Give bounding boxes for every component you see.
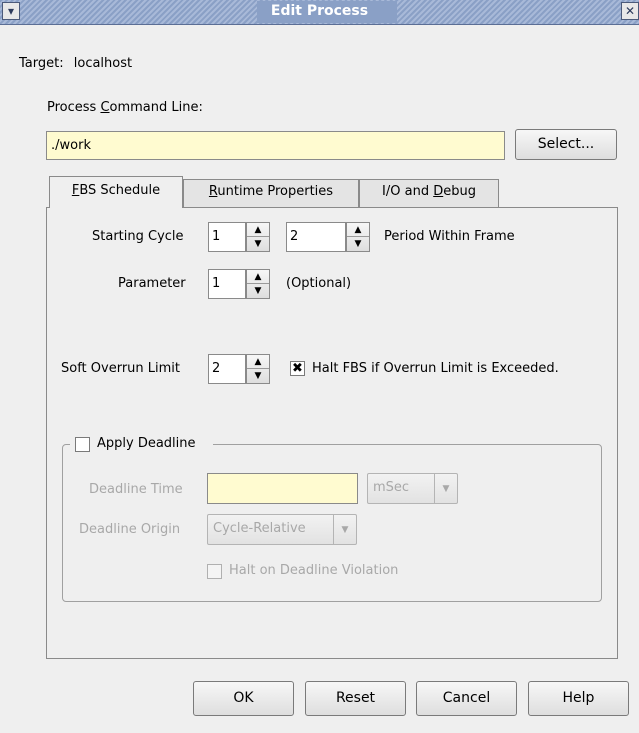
chevron-down-icon: ▼ [333, 515, 356, 544]
halt-deadline-label: Halt on Deadline Violation [229, 563, 399, 578]
target-label: Target: [19, 56, 64, 71]
spin-up-icon[interactable]: ▲ [247, 270, 269, 284]
starting-cycle-label: Starting Cycle [92, 229, 184, 244]
parameter-label: Parameter [118, 276, 186, 291]
spin-down-icon[interactable]: ▼ [347, 237, 369, 251]
starting-cycle-stepper[interactable]: ▲ ▼ [246, 222, 270, 252]
period-stepper[interactable]: ▲ ▼ [346, 222, 370, 252]
close-icon[interactable]: ✕ [621, 2, 639, 20]
period-label: Period Within Frame [384, 229, 515, 244]
select-button[interactable]: Select... [515, 129, 617, 160]
command-line-label: Process Command Line: [47, 100, 203, 115]
tab-io-debug[interactable]: I/O and Debug [359, 179, 499, 207]
tab-fbs-schedule[interactable]: FBS Schedule [49, 176, 183, 208]
ok-button[interactable]: OK [193, 681, 294, 716]
chevron-down-icon: ▼ [434, 474, 457, 503]
title-bar: ▾ Edit Process ✕ [0, 0, 639, 25]
deadline-time-input[interactable] [207, 473, 358, 504]
spin-up-icon[interactable]: ▲ [247, 355, 269, 369]
spin-down-icon[interactable]: ▼ [247, 369, 269, 383]
spin-down-icon[interactable]: ▼ [247, 237, 269, 251]
deadline-origin-label: Deadline Origin [79, 522, 181, 537]
spin-up-icon[interactable]: ▲ [247, 223, 269, 237]
help-button[interactable]: Help [528, 681, 629, 716]
starting-cycle-input[interactable]: 1 [208, 222, 246, 252]
soft-overrun-input[interactable]: 2 [208, 354, 246, 384]
target-row: Target: localhost [19, 56, 132, 71]
period-input[interactable]: 2 [286, 222, 346, 252]
command-line-input[interactable]: ./work [46, 131, 505, 160]
deadline-unit-value: mSec [373, 480, 410, 495]
halt-fbs-checkbox[interactable]: ✖ [290, 361, 305, 376]
spin-up-icon[interactable]: ▲ [347, 223, 369, 237]
deadline-unit-select[interactable]: mSec ▼ [367, 473, 458, 504]
deadline-time-label: Deadline Time [89, 482, 183, 497]
soft-overrun-stepper[interactable]: ▲ ▼ [246, 354, 270, 384]
reset-button[interactable]: Reset [305, 681, 406, 716]
tab-runtime-properties[interactable]: Runtime Properties [183, 179, 359, 207]
parameter-stepper[interactable]: ▲ ▼ [246, 269, 270, 299]
apply-deadline-label: Apply Deadline [97, 436, 196, 451]
parameter-input[interactable]: 1 [208, 269, 246, 299]
spin-down-icon[interactable]: ▼ [247, 284, 269, 298]
apply-deadline-checkbox[interactable] [75, 437, 90, 452]
halt-fbs-label: Halt FBS if Overrun Limit is Exceeded. [312, 361, 559, 376]
window-title: Edit Process [270, 3, 369, 19]
target-value: localhost [73, 56, 133, 71]
cancel-button[interactable]: Cancel [416, 681, 517, 716]
deadline-origin-value: Cycle-Relative [213, 521, 306, 536]
parameter-hint: (Optional) [286, 276, 352, 291]
deadline-origin-select[interactable]: Cycle-Relative ▼ [207, 514, 357, 545]
soft-overrun-label: Soft Overrun Limit [61, 361, 181, 376]
halt-deadline-checkbox[interactable] [207, 564, 222, 579]
